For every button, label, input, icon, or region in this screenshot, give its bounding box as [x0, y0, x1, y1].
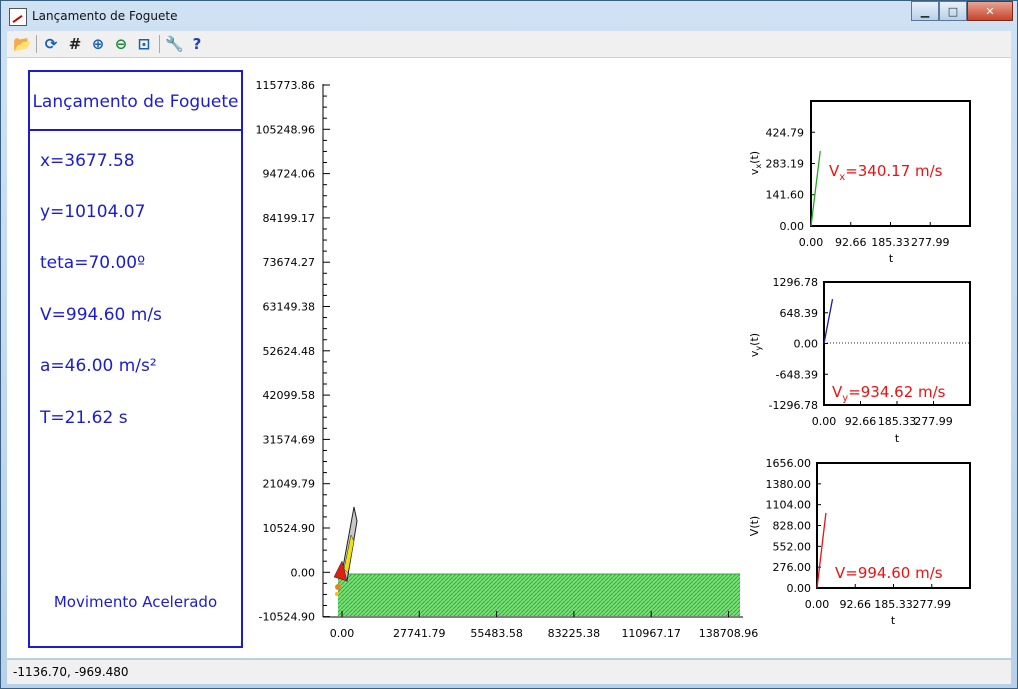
mini-chart-ticks: 424.79283.19141.600.000.00 92.66 185.33 277… [766, 126, 953, 611]
v-y-tick-label: 552.00 [773, 540, 812, 553]
y-tick-label: 52624.48 [263, 345, 316, 358]
y-tick-label: 21049.79 [263, 478, 316, 491]
v-xlabel: t [891, 614, 896, 627]
v-series-line [816, 512, 827, 589]
vx-x-tick-label: 92.66 [835, 236, 867, 249]
vx-y-tick-label: 283.19 [766, 158, 805, 171]
vy-series-line [823, 299, 834, 344]
x-tick-label: 110967.17 [621, 627, 681, 640]
v-y-tick-label: 276.00 [773, 561, 812, 574]
y-tick-label: 31574.69 [263, 433, 316, 446]
y-tick-label: 63149.38 [263, 301, 316, 314]
y-tick-label: 94724.06 [263, 168, 316, 181]
vx-x-tick-label: 0.00 [799, 236, 824, 249]
status-coordinates: -1136.70, -969.480 [13, 665, 129, 679]
trajectory-plot[interactable]: 115773.86 105248.96 94724.06 84199.17 73674.… [1, 1, 1017, 688]
vx-series-line [810, 150, 821, 227]
v-y-tick-label: 1380.00 [766, 478, 812, 491]
v-readout: V=994.60 m/s [835, 564, 943, 582]
x-tick-label: 27741.79 [393, 627, 446, 640]
y-tick-label: 42099.58 [263, 389, 316, 402]
v-x-tick-label: 185.33 [874, 598, 913, 611]
vx-ylabel: vx(t) [748, 151, 763, 175]
vy-x-tick-label: 277.99 [914, 415, 953, 428]
vy-xlabel: t [895, 432, 900, 445]
vx-y-tick-label: 0.00 [780, 220, 805, 233]
app-window: Lançamento de Foguete ▁ □ ✕ 📂 ⟳ # ⊕ ⊖ ⊡ … [0, 0, 1018, 689]
y-tick-labels: 115773.86 105248.96 94724.06 84199.17 73674.… [256, 79, 330, 624]
vx-readout: Vx=340.17 m/s [829, 162, 943, 183]
status-bar: -1136.70, -969.480 [7, 659, 1011, 684]
v-x-tick-label: 92.66 [839, 598, 871, 611]
vx-y-tick-label: 141.60 [766, 189, 805, 202]
y-tick-label: 10524.90 [263, 522, 316, 535]
v-ylabel: V(t) [748, 516, 761, 536]
x-tick-label: 138708.96 [699, 627, 759, 640]
vx-x-tick-label: 185.33 [871, 236, 910, 249]
vy-y-tick-label: -648.39 [776, 368, 818, 381]
vx-xlabel: t [889, 252, 894, 265]
v-y-tick-label: 1656.00 [766, 457, 812, 470]
v-y-tick-label: 0.00 [787, 582, 812, 595]
vy-ylabel: vy(t) [748, 333, 763, 357]
y-tick-label: 84199.17 [263, 212, 316, 225]
vx-y-tick-label: 424.79 [766, 126, 805, 139]
v-y-tick-label: 828.00 [773, 520, 812, 533]
v-y-tick-label: 1104.00 [766, 499, 812, 512]
vy-y-tick-label: -1296.78 [769, 399, 818, 412]
vy-readout: Vy=934.62 m/s [832, 383, 946, 404]
x-tick-label: 0.00 [330, 627, 355, 640]
vy-y-tick-label: 0.00 [794, 338, 819, 351]
y-tick-label: 105248.96 [256, 123, 316, 136]
vy-x-tick-label: 92.66 [845, 415, 877, 428]
ground-area [338, 574, 740, 616]
v-x-tick-label: 0.00 [805, 598, 830, 611]
y-tick-label: -10524.90 [259, 611, 315, 624]
y-tick-label: 115773.86 [256, 79, 316, 92]
vx-x-tick-label: 277.99 [911, 236, 950, 249]
y-tick-label: 0.00 [291, 566, 316, 579]
v-x-tick-label: 277.99 [912, 598, 951, 611]
vy-x-tick-label: 0.00 [812, 415, 837, 428]
vy-y-tick-label: 1296.78 [773, 276, 819, 289]
vy-y-tick-label: 648.39 [780, 307, 819, 320]
x-tick-label: 55483.58 [470, 627, 523, 640]
y-tick-label: 73674.27 [263, 256, 316, 269]
x-tick-label: 83225.38 [548, 627, 601, 640]
vy-x-tick-label: 185.33 [878, 415, 917, 428]
